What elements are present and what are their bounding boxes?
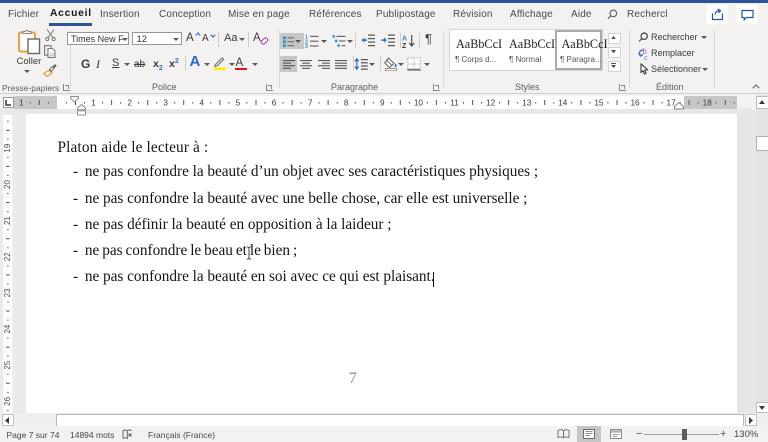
svg-text:1: 1 — [19, 98, 24, 107]
svg-text:18: 18 — [703, 98, 713, 107]
svg-text:20: 20 — [3, 179, 12, 188]
svg-text:7: 7 — [308, 98, 313, 107]
svg-text:26: 26 — [3, 396, 12, 405]
svg-text:11: 11 — [450, 98, 459, 107]
svg-text:23: 23 — [3, 287, 12, 296]
svg-text:3: 3 — [163, 98, 168, 107]
svg-text:21: 21 — [3, 215, 12, 224]
svg-text:A: A — [402, 35, 407, 42]
svg-text:6: 6 — [272, 98, 277, 107]
svg-text:9: 9 — [380, 98, 385, 107]
svg-text:3: 3 — [305, 44, 308, 48]
svg-text:1: 1 — [91, 98, 96, 107]
svg-text:10: 10 — [414, 98, 424, 107]
svg-text:4: 4 — [200, 98, 205, 107]
svg-text:8: 8 — [344, 98, 349, 107]
svg-text:5: 5 — [236, 98, 241, 107]
svg-text:19: 19 — [3, 143, 12, 152]
svg-text:Z: Z — [402, 43, 407, 48]
svg-text:12: 12 — [486, 98, 496, 107]
svg-text:14: 14 — [558, 98, 568, 107]
svg-text:c: c — [644, 53, 648, 60]
svg-text:15: 15 — [594, 98, 604, 107]
svg-text:2: 2 — [127, 98, 132, 107]
svg-text:25: 25 — [3, 360, 12, 369]
svg-text:16: 16 — [630, 98, 640, 107]
svg-text:13: 13 — [522, 98, 532, 107]
svg-text:22: 22 — [3, 251, 12, 260]
svg-text:24: 24 — [3, 324, 12, 333]
